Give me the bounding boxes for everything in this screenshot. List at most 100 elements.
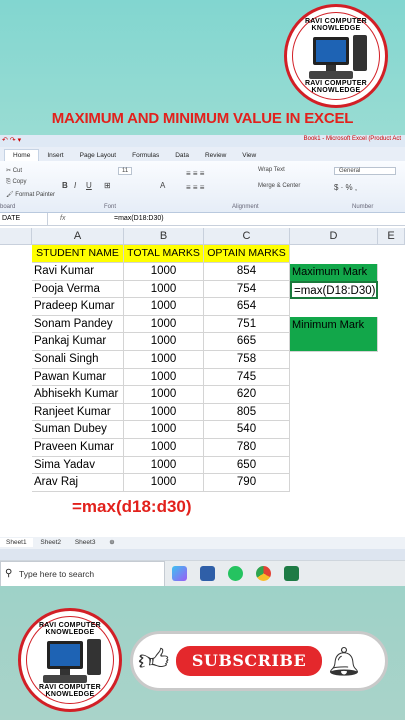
footer: RAVI COMPUTER KNOWLEDGE RAVI COMPUTER KN… <box>0 586 405 720</box>
app-icon[interactable] <box>200 566 215 581</box>
total-marks-cell[interactable]: 1000 <box>124 298 204 316</box>
sheet-tab-2[interactable]: Sheet2 <box>34 538 67 547</box>
merge-center-button[interactable]: Merge & Center <box>258 183 300 189</box>
underline-button[interactable]: U <box>86 181 92 190</box>
obtain-marks-cell[interactable]: 665 <box>204 333 290 351</box>
copy-button[interactable]: ⎘ Copy <box>6 179 26 186</box>
borders-icon[interactable]: ⊞ <box>104 181 111 190</box>
total-marks-cell[interactable]: 1000 <box>124 386 204 404</box>
student-name-cell[interactable]: Pooja Verma <box>32 280 124 299</box>
student-name-cell[interactable]: Ranjeet Kumar <box>32 403 124 422</box>
tab-formulas[interactable]: Formulas <box>124 150 167 161</box>
student-name-cell[interactable]: Sonali Singh <box>32 351 124 369</box>
total-marks-cell[interactable]: 1000 <box>124 333 204 351</box>
tab-home[interactable]: Home <box>4 149 40 161</box>
align-center-icon[interactable]: ≡ ≡ ≡ <box>186 183 204 192</box>
obtain-marks-cell[interactable]: 805 <box>204 403 290 422</box>
student-name-cell[interactable]: Sonam Pandey <box>32 315 124 334</box>
column-header-a[interactable]: A <box>32 228 124 245</box>
header-student-name[interactable]: STUDENT NAME <box>32 245 124 263</box>
sheet-tab-1[interactable]: Sheet1 <box>0 538 33 547</box>
student-name-cell[interactable]: Pankaj Kumar <box>32 333 124 351</box>
obtain-marks-cell[interactable]: 745 <box>204 368 290 387</box>
tower-icon <box>353 35 367 71</box>
maximum-mark-label[interactable]: Maximum Mark <box>290 264 378 282</box>
obtain-marks-cell[interactable]: 654 <box>204 298 290 316</box>
minimum-mark-label[interactable]: Minimum Mark <box>290 317 378 335</box>
subscribe-button[interactable]: SUBSCRIBE <box>176 646 322 676</box>
number-format-select[interactable]: General <box>334 167 396 175</box>
total-marks-cell[interactable]: 1000 <box>124 456 204 475</box>
name-box[interactable]: DATE <box>0 213 48 225</box>
thumbs-up-icon[interactable]: 👍︎ <box>138 644 172 678</box>
column-header-c[interactable]: C <box>204 228 290 245</box>
italic-button[interactable]: I <box>74 181 76 190</box>
total-marks-cell[interactable]: 1000 <box>124 263 204 281</box>
format-painter-button[interactable]: 🖌 Format Painter <box>6 191 55 198</box>
whatsapp-icon[interactable] <box>228 566 243 581</box>
student-name-cell[interactable]: Ravi Kumar <box>32 263 124 281</box>
header-obtain-marks[interactable]: OPTAIN MARKS <box>204 245 290 263</box>
tab-insert[interactable]: Insert <box>39 150 71 161</box>
excel-icon[interactable] <box>284 566 299 581</box>
fx-icon[interactable]: fx <box>60 213 65 225</box>
tab-page-layout[interactable]: Page Layout <box>72 150 125 161</box>
column-header-d[interactable]: D <box>290 228 378 245</box>
student-name-cell[interactable]: Praveen Kumar <box>32 439 124 457</box>
wrap-text-button[interactable]: Wrap Text <box>258 167 285 173</box>
total-marks-cell[interactable]: 1000 <box>124 403 204 422</box>
align-top-icon[interactable]: ≡ ≡ ≡ <box>186 169 204 178</box>
format-painter-label: Format Painter <box>15 192 55 198</box>
total-marks-cell[interactable]: 1000 <box>124 280 204 299</box>
chrome-icon[interactable] <box>256 566 271 581</box>
column-header-e[interactable]: E <box>378 228 405 245</box>
overlay-formula-caption: =max(d18:d30) <box>72 497 192 516</box>
student-name-cell[interactable]: Suman Dubey <box>32 421 124 439</box>
total-marks-cell[interactable]: 1000 <box>124 439 204 457</box>
student-name-cell[interactable]: Pawan Kumar <box>32 368 124 387</box>
obtain-marks-cell[interactable]: 751 <box>204 315 290 334</box>
tab-review[interactable]: Review <box>197 150 234 161</box>
font-color-icon[interactable]: A <box>160 181 165 190</box>
column-header-b[interactable]: B <box>124 228 204 245</box>
obtain-marks-cell[interactable]: 758 <box>204 351 290 369</box>
keyboard-icon <box>309 71 353 79</box>
student-name-cell[interactable]: Abhisekh Kumar <box>32 386 124 404</box>
maximum-formula-cell[interactable]: =max(D18:D30) <box>290 281 378 299</box>
font-size-select[interactable]: 11 <box>118 167 133 175</box>
computer-icon <box>47 641 83 675</box>
header-total-marks[interactable]: TOTAL MARKS <box>124 245 204 263</box>
taskbar-search[interactable]: ⚲ Type here to search <box>0 561 165 587</box>
formula-input[interactable]: =max(D18:D30) <box>114 213 164 225</box>
currency-icon[interactable]: $ · % , <box>334 183 357 192</box>
new-sheet-icon[interactable]: ⊕ <box>103 537 120 547</box>
total-marks-cell[interactable]: 1000 <box>124 421 204 439</box>
quick-access-icons[interactable]: ↶ ↷ ▾ <box>2 136 21 144</box>
search-placeholder: Type here to search <box>19 569 95 579</box>
obtain-marks-cell[interactable]: 754 <box>204 280 290 299</box>
obtain-marks-cell[interactable]: 854 <box>204 263 290 281</box>
student-name-cell[interactable]: Pradeep Kumar <box>32 298 124 316</box>
select-all[interactable] <box>0 228 32 245</box>
sheet-tab-3[interactable]: Sheet3 <box>69 538 102 547</box>
tab-view[interactable]: View <box>234 150 264 161</box>
bell-icon[interactable]: 🔔︎ <box>326 646 362 678</box>
obtain-marks-cell[interactable]: 790 <box>204 474 290 492</box>
total-marks-cell[interactable]: 1000 <box>124 474 204 492</box>
minimum-result-cell[interactable] <box>290 334 378 352</box>
student-name-cell[interactable]: Arav Raj <box>32 474 124 492</box>
logo-text-bottom: RAVI COMPUTER KNOWLEDGE <box>304 80 368 94</box>
student-name-cell[interactable]: Sima Yadav <box>32 456 124 475</box>
clipboard-group-label: board <box>0 204 16 210</box>
cut-button[interactable]: ✂ Cut <box>6 167 22 174</box>
total-marks-cell[interactable]: 1000 <box>124 368 204 387</box>
copilot-icon[interactable] <box>172 566 187 581</box>
obtain-marks-cell[interactable]: 780 <box>204 439 290 457</box>
obtain-marks-cell[interactable]: 620 <box>204 386 290 404</box>
obtain-marks-cell[interactable]: 650 <box>204 456 290 475</box>
tab-data[interactable]: Data <box>167 150 197 161</box>
bold-button[interactable]: B <box>62 181 68 190</box>
total-marks-cell[interactable]: 1000 <box>124 351 204 369</box>
total-marks-cell[interactable]: 1000 <box>124 315 204 334</box>
obtain-marks-cell[interactable]: 540 <box>204 421 290 439</box>
